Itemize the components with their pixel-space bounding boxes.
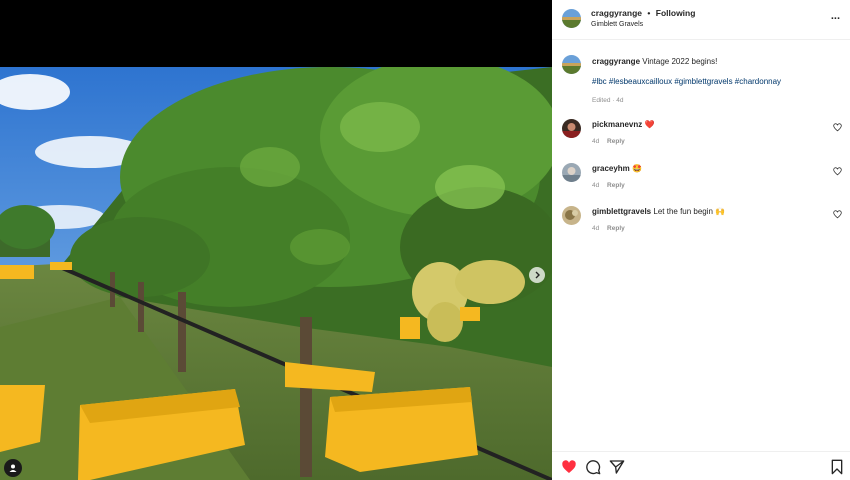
separator-dot: • <box>647 8 651 18</box>
hashtag-link[interactable]: #lbc <box>592 77 607 86</box>
comment-like-heart-icon[interactable] <box>833 167 842 176</box>
next-image-button[interactable] <box>529 267 545 283</box>
star-struck-emoji: 🤩 <box>632 164 642 173</box>
more-options-button[interactable]: ... <box>830 10 840 22</box>
reply-button[interactable]: Reply <box>607 225 625 232</box>
hashtag-link[interactable]: #gimblettgravels <box>674 77 732 86</box>
comment-meta: 4d Reply <box>592 138 625 145</box>
bookmark-icon[interactable] <box>829 459 845 475</box>
more-icon: ... <box>830 10 840 22</box>
commenter-avatar[interactable] <box>562 163 581 182</box>
comment-like-heart-icon[interactable] <box>833 210 842 219</box>
comment-item: graceyhm 🤩 4d Reply <box>552 163 850 203</box>
comment-text-line: gimblettgravels Let the fun begin 🙌 <box>592 207 725 216</box>
comment-username[interactable]: gimblettgravels <box>592 207 651 216</box>
heart-filled-icon[interactable] <box>561 459 577 475</box>
hashtag-link[interactable]: #chardonnay <box>735 77 781 86</box>
author-avatar[interactable] <box>562 9 581 28</box>
reply-button[interactable]: Reply <box>607 182 625 189</box>
hashtag-list: #lbc #lesbeauxcailloux #gimblettgravels … <box>592 77 781 86</box>
heart-emoji: ❤️ <box>644 120 655 129</box>
comment-age: 4d <box>592 225 600 232</box>
post-media <box>0 0 552 480</box>
commenter-avatar[interactable] <box>562 119 581 138</box>
commenter-avatar[interactable] <box>562 206 581 225</box>
comment-text-line: pickmanevnz ❤️ <box>592 120 654 129</box>
post-location[interactable]: Gimblett Gravels <box>591 21 643 28</box>
author-username[interactable]: craggyrange <box>591 8 642 18</box>
caption-username[interactable]: craggyrange <box>592 57 640 66</box>
comment-username[interactable]: pickmanevnz <box>592 120 642 129</box>
person-tag-icon <box>9 464 17 472</box>
comment-text-line: graceyhm 🤩 <box>592 164 642 173</box>
caption-text: Vintage 2022 begins! <box>642 57 718 66</box>
comment-age: 4d <box>592 138 600 145</box>
comment-username[interactable]: graceyhm <box>592 164 630 173</box>
edited-timestamp: Edited · 4d <box>592 97 624 104</box>
author-line: craggyrange • Following <box>591 8 695 18</box>
comment-like-heart-icon[interactable] <box>833 123 842 132</box>
comment-item: pickmanevnz ❤️ 4d Reply <box>552 119 850 159</box>
comment-age: 4d <box>592 182 600 189</box>
comment-meta: 4d Reply <box>592 225 625 232</box>
caption-text-line: craggyrange Vintage 2022 begins! <box>592 57 717 66</box>
tagged-people-button[interactable] <box>4 459 22 477</box>
vineyard-photo[interactable] <box>0 67 552 480</box>
chevron-right-icon <box>535 271 540 279</box>
hashtag-link[interactable]: #lesbeauxcailloux <box>609 77 672 86</box>
post-header: craggyrange • Following Gimblett Gravels… <box>552 0 850 40</box>
comment-meta: 4d Reply <box>592 182 625 189</box>
caption-author-avatar[interactable] <box>562 55 581 74</box>
reply-button[interactable]: Reply <box>607 138 625 145</box>
post-actions-bar <box>552 451 850 480</box>
raised-hands-emoji: 🙌 <box>715 207 726 216</box>
post-side-panel: craggyrange • Following Gimblett Gravels… <box>552 0 850 480</box>
comment-text: Let the fun begin <box>653 207 713 216</box>
following-button[interactable]: Following <box>656 8 696 18</box>
comment-bubble-icon[interactable] <box>585 459 601 475</box>
paper-plane-icon[interactable] <box>609 459 625 475</box>
comment-item: gimblettgravels Let the fun begin 🙌 4d R… <box>552 206 850 246</box>
